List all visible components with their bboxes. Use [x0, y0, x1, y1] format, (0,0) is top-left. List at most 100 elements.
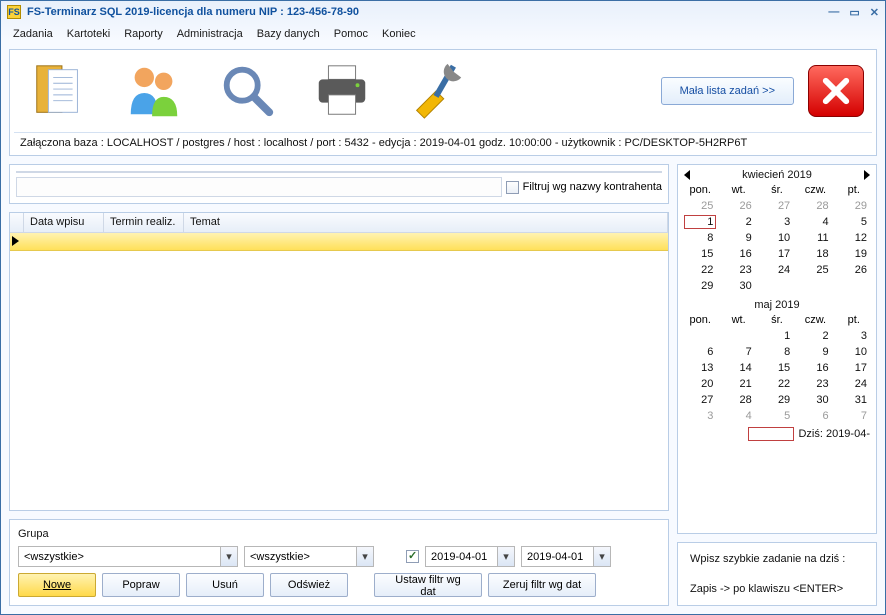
calendar-day[interactable]: 6	[684, 345, 716, 359]
calendar-day[interactable]: 29	[838, 199, 870, 213]
calendar-month2-title: maj 2019	[684, 299, 870, 311]
calendar-day[interactable]: 9	[722, 231, 754, 245]
group-combo-1[interactable]: <wszystkie> ▾	[18, 546, 238, 567]
menu-kartoteki[interactable]: Kartoteki	[61, 26, 116, 42]
calendar-day[interactable]: 13	[684, 361, 716, 375]
grid-col-data-wpisu[interactable]: Data wpisu	[24, 213, 104, 232]
menu-administracja[interactable]: Administracja	[171, 26, 249, 42]
group-combo-2[interactable]: <wszystkie> ▾	[244, 546, 374, 567]
calendar-day[interactable]: 28	[722, 393, 754, 407]
calendar-day[interactable]: 20	[684, 377, 716, 391]
calendar-day[interactable]: 27	[684, 393, 716, 407]
zeruj-filtr-button[interactable]: Zeruj filtr wg dat	[488, 573, 596, 597]
calendar-day[interactable]: 22	[684, 263, 716, 277]
menu-pomoc[interactable]: Pomoc	[328, 26, 374, 42]
calendar-day[interactable]: 23	[722, 263, 754, 277]
odswiez-button[interactable]: Odśwież	[270, 573, 348, 597]
calendar-day[interactable]: 19	[838, 247, 870, 261]
calendar-month1-grid[interactable]: 2526272829123458910111215161718192223242…	[684, 199, 870, 293]
grid-row-selected[interactable]	[10, 233, 668, 251]
menu-zadania[interactable]: Zadania	[7, 26, 59, 42]
calendar-day[interactable]: 4	[722, 409, 754, 423]
close-big-button[interactable]	[808, 65, 864, 117]
calendar-day[interactable]: 25	[799, 263, 831, 277]
calendar-day[interactable]: 30	[799, 393, 831, 407]
filter-input-2[interactable]	[16, 177, 502, 197]
menu-bazy-danych[interactable]: Bazy danych	[251, 26, 326, 42]
grid-col-temat[interactable]: Temat	[184, 213, 668, 232]
calendar-next-icon[interactable]	[864, 170, 870, 180]
date-from-field[interactable]: 2019-04-01 ▾	[425, 546, 515, 567]
date-filter-checkbox[interactable]: ✓	[406, 550, 419, 563]
calendar-day[interactable]: 28	[799, 199, 831, 213]
calendar-day[interactable]: 24	[761, 263, 793, 277]
calendar-day[interactable]: 17	[838, 361, 870, 375]
calendar-day[interactable]: 1	[684, 215, 716, 229]
users-icon[interactable]	[114, 56, 194, 126]
calendar-day[interactable]: 15	[684, 247, 716, 261]
minimize-icon[interactable]: —	[828, 6, 839, 19]
grid-body[interactable]	[10, 233, 668, 510]
calendar-day[interactable]: 7	[722, 345, 754, 359]
calendar-day[interactable]: 22	[761, 377, 793, 391]
nowe-button[interactable]: Nowe	[18, 573, 96, 597]
calendar-day[interactable]: 29	[761, 393, 793, 407]
calendar-day[interactable]: 14	[722, 361, 754, 375]
calendar-day[interactable]: 29	[684, 279, 716, 293]
calendar-month2-grid[interactable]: 1236789101314151617202122232427282930313…	[684, 329, 870, 423]
calendar-day[interactable]: 8	[761, 345, 793, 359]
printer-icon[interactable]	[302, 56, 382, 126]
calendar-day[interactable]: 30	[722, 279, 754, 293]
calendar-day[interactable]: 15	[761, 361, 793, 375]
calendar-day[interactable]: 11	[799, 231, 831, 245]
calendar-day[interactable]: 25	[684, 199, 716, 213]
calendar-day[interactable]: 1	[761, 329, 793, 343]
calendar-day[interactable]: 3	[761, 215, 793, 229]
date-to-field[interactable]: 2019-04-01 ▾	[521, 546, 611, 567]
calendar-day[interactable]: 3	[684, 409, 716, 423]
calendar-day[interactable]: 8	[684, 231, 716, 245]
search-icon[interactable]	[208, 56, 288, 126]
small-task-list-button[interactable]: Mała lista zadań >>	[661, 77, 794, 105]
calendar-day[interactable]: 2	[722, 215, 754, 229]
close-icon[interactable]: ✕	[870, 6, 879, 19]
menu-raporty[interactable]: Raporty	[118, 26, 169, 42]
calendar-day[interactable]: 2	[799, 329, 831, 343]
calendar-day	[722, 329, 754, 343]
calendar-day[interactable]: 12	[838, 231, 870, 245]
calendar-day[interactable]: 27	[761, 199, 793, 213]
files-icon[interactable]	[20, 56, 100, 126]
ustaw-filtr-button[interactable]: Ustaw filtr wg dat	[374, 573, 482, 597]
calendar-day[interactable]: 26	[722, 199, 754, 213]
calendar-day[interactable]: 10	[761, 231, 793, 245]
calendar-day[interactable]: 5	[838, 215, 870, 229]
calendar-today-box[interactable]	[748, 427, 794, 441]
calendar-day[interactable]: 5	[761, 409, 793, 423]
filter-input-1[interactable]	[16, 171, 662, 173]
calendar-day[interactable]: 4	[799, 215, 831, 229]
calendar-day[interactable]: 23	[799, 377, 831, 391]
maximize-icon[interactable]: ▭	[849, 6, 859, 19]
titlebar: FS FS-Terminarz SQL 2019 - licencja dla …	[1, 1, 885, 23]
calendar-day[interactable]: 16	[799, 361, 831, 375]
popraw-button[interactable]: Popraw	[102, 573, 180, 597]
calendar-day[interactable]: 18	[799, 247, 831, 261]
filter-checkbox[interactable]	[506, 181, 519, 194]
calendar-day[interactable]: 16	[722, 247, 754, 261]
calendar-day[interactable]: 31	[838, 393, 870, 407]
calendar-day[interactable]: 10	[838, 345, 870, 359]
calendar-day[interactable]: 9	[799, 345, 831, 359]
calendar-day[interactable]: 7	[838, 409, 870, 423]
calendar-day[interactable]: 26	[838, 263, 870, 277]
calendar-day[interactable]: 21	[722, 377, 754, 391]
menu-koniec[interactable]: Koniec	[376, 26, 422, 42]
calendar-day[interactable]: 24	[838, 377, 870, 391]
group-combo-2-value: <wszystkie>	[245, 551, 356, 563]
calendar-day[interactable]: 3	[838, 329, 870, 343]
tools-icon[interactable]	[396, 56, 476, 126]
usun-button[interactable]: Usuń	[186, 573, 264, 597]
status-line: Załączona baza : LOCALHOST / postgres / …	[14, 132, 872, 151]
calendar-day[interactable]: 6	[799, 409, 831, 423]
calendar-day[interactable]: 17	[761, 247, 793, 261]
grid-col-termin-realiz[interactable]: Termin realiz.	[104, 213, 184, 232]
